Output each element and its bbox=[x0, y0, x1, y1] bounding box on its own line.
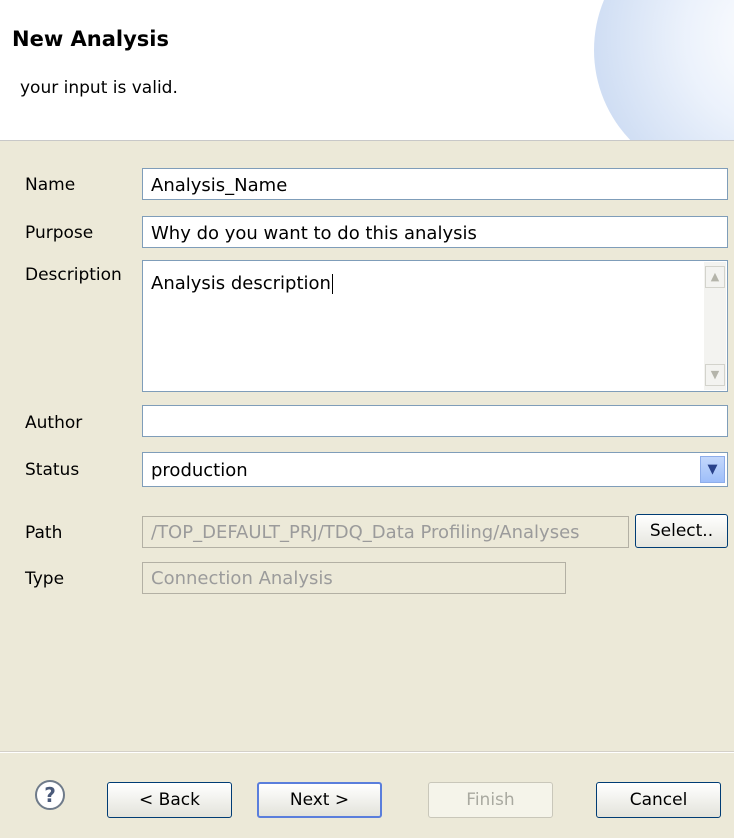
banner-graphic bbox=[594, 0, 734, 140]
path-label: Path bbox=[25, 523, 63, 543]
finish-button: Finish bbox=[428, 782, 553, 818]
name-input[interactable]: Analysis_Name bbox=[142, 168, 728, 200]
chevron-down-icon[interactable]: ▼ bbox=[700, 456, 725, 483]
cancel-button[interactable]: Cancel bbox=[596, 782, 721, 818]
form-area: Name Analysis_Name Purpose Why do you wa… bbox=[0, 141, 734, 751]
description-scrollbar[interactable]: ▲ ▼ bbox=[704, 262, 726, 390]
author-label: Author bbox=[25, 413, 83, 433]
select-path-button[interactable]: Select.. bbox=[635, 514, 728, 548]
scroll-up-icon[interactable]: ▲ bbox=[705, 266, 725, 288]
name-label: Name bbox=[25, 175, 76, 195]
type-label: Type bbox=[25, 569, 65, 589]
back-button[interactable]: < Back bbox=[107, 782, 232, 818]
dialog-header: New Analysis your input is valid. bbox=[0, 0, 734, 141]
footer-divider bbox=[0, 752, 734, 753]
help-icon[interactable]: ? bbox=[35, 780, 65, 810]
dialog-footer: ? < Back Next > Finish Cancel bbox=[0, 751, 734, 838]
page-title: New Analysis bbox=[12, 27, 169, 51]
purpose-label: Purpose bbox=[25, 223, 94, 243]
description-textarea[interactable]: Analysis description ▲ ▼ bbox=[142, 260, 728, 392]
description-label: Description bbox=[25, 265, 122, 285]
next-button[interactable]: Next > bbox=[257, 782, 382, 818]
description-text: Analysis description bbox=[151, 273, 331, 294]
status-message: your input is valid. bbox=[20, 78, 178, 98]
status-label: Status bbox=[25, 460, 80, 480]
path-field: /TOP_DEFAULT_PRJ/TDQ_Data Profiling/Anal… bbox=[142, 516, 629, 548]
author-input[interactable] bbox=[142, 405, 728, 437]
status-value: production bbox=[151, 460, 248, 481]
purpose-input[interactable]: Why do you want to do this analysis bbox=[142, 216, 728, 248]
type-field: Connection Analysis bbox=[142, 562, 566, 594]
status-select[interactable]: production ▼ bbox=[142, 452, 728, 487]
scroll-down-icon[interactable]: ▼ bbox=[705, 364, 725, 386]
text-caret bbox=[331, 274, 333, 294]
